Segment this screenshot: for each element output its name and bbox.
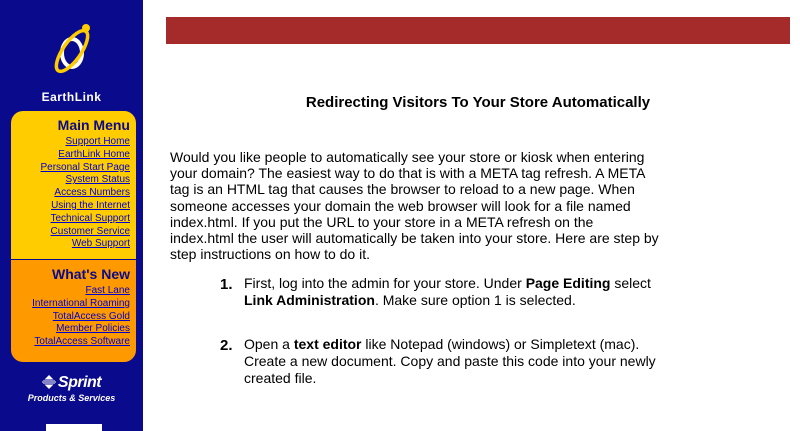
link-using-the-internet[interactable]: Using the Internet <box>15 200 130 213</box>
link-totalaccess-software[interactable]: TotalAccess Software <box>15 336 130 349</box>
sidebar-bottom-tab <box>46 424 102 431</box>
whats-new-title: What's New <box>51 266 130 282</box>
sprint-tagline: Products & Services <box>27 393 116 403</box>
link-fast-lane[interactable]: Fast Lane <box>15 285 130 298</box>
step-text: Open a text editor like Notepad (windows… <box>244 336 656 386</box>
link-totalaccess-gold[interactable]: TotalAccess Gold <box>15 311 130 324</box>
link-earthlink-home[interactable]: EarthLink Home <box>15 149 130 162</box>
main-menu-panel: Main Menu Support Home EarthLink Home Pe… <box>11 111 136 259</box>
link-personal-start-page[interactable]: Personal Start Page <box>15 162 131 175</box>
whats-new-panel: What's New Fast Lane International Roami… <box>11 260 136 362</box>
sprint-name: Sprint <box>57 374 102 391</box>
brand-name: EarthLink <box>41 90 102 104</box>
page-title: Redirecting Visitors To Your Store Autom… <box>305 94 651 111</box>
link-web-support[interactable]: Web Support <box>15 238 130 251</box>
step-number: 2. <box>220 337 233 354</box>
sidebar: EarthLink Main Menu Support Home EarthLi… <box>0 0 143 431</box>
intro-paragraph: Would you like people to automatically s… <box>170 149 659 263</box>
sprint-diamond-icon <box>41 375 56 389</box>
link-access-numbers[interactable]: Access Numbers <box>15 187 130 200</box>
earthlink-logo[interactable]: EarthLink <box>0 10 143 104</box>
link-technical-support[interactable]: Technical Support <box>15 213 131 226</box>
link-international-roaming[interactable]: International Roaming <box>15 298 130 311</box>
sprint-wordmark: Sprint <box>0 374 143 392</box>
main-menu-title: Main Menu <box>57 117 130 133</box>
link-member-policies[interactable]: Member Policies <box>15 323 130 336</box>
step-number: 1. <box>220 276 233 293</box>
step-text: First, log into the admin for your store… <box>244 275 651 308</box>
link-customer-service[interactable]: Customer Service <box>15 226 130 239</box>
header-bar <box>166 17 790 44</box>
link-system-status[interactable]: System Status <box>15 174 130 187</box>
link-support-home[interactable]: Support Home <box>15 136 130 149</box>
sprint-logo[interactable]: Sprint Products & Services <box>0 374 143 403</box>
earthlink-orbit-icon <box>54 24 90 74</box>
